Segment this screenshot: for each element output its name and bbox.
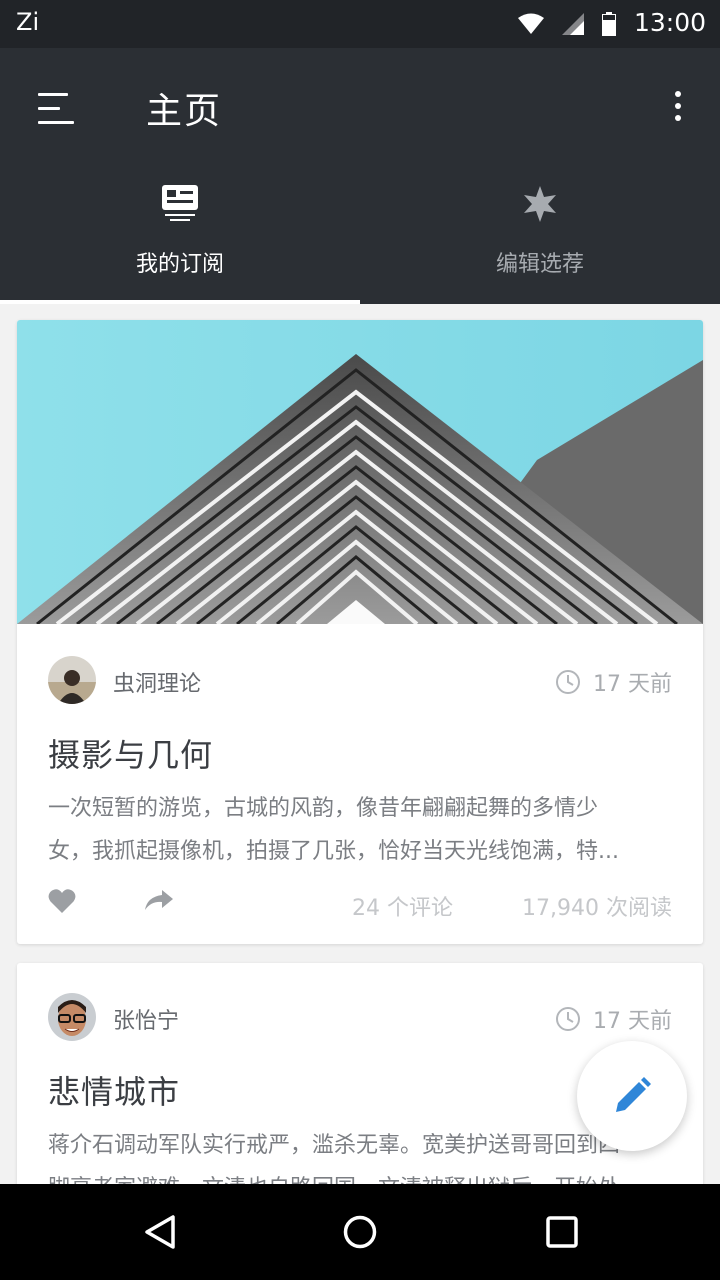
tab-label: 编辑选荐 — [495, 252, 584, 277]
clock-icon — [556, 1007, 580, 1031]
battery-icon — [602, 12, 616, 36]
avatar[interactable] — [48, 993, 96, 1041]
tab-editors-picks[interactable]: 编辑选荐 — [360, 180, 720, 304]
author-name[interactable]: 虫洞理论 — [113, 666, 201, 698]
cover-image — [17, 320, 703, 624]
post-time-text: 17 天前 — [593, 1009, 672, 1034]
author-name[interactable]: 张怡宁 — [113, 1003, 179, 1035]
subscription-card-icon — [0, 184, 360, 230]
article-title[interactable]: 悲情城市 — [48, 1067, 180, 1113]
status-app-label: Zi — [16, 8, 40, 36]
excerpt-line: 蒋介石调动军队实行戒严，滥杀无辜。宽美护送哥哥回到四 — [48, 1133, 621, 1158]
status-time: 13:00 — [633, 8, 706, 37]
compose-button[interactable] — [577, 1041, 687, 1151]
back-triangle-icon — [145, 1215, 175, 1249]
clock-icon — [556, 670, 580, 694]
tab-my-subscriptions[interactable]: 我的订阅 — [0, 180, 360, 304]
recents-square-icon — [546, 1216, 578, 1248]
comment-count[interactable]: 24 个评论 — [352, 890, 453, 922]
article-meta: 虫洞理论 17 天前 — [48, 656, 672, 708]
signal-icon — [562, 13, 584, 35]
back-button[interactable] — [136, 1208, 184, 1256]
post-time: 17 天前 — [555, 666, 672, 698]
excerpt-line: 女，我抓起摄像机，拍摄了几张，恰好当天光线饱满，特... — [48, 839, 619, 864]
status-bar: Zi 13:00 — [0, 0, 720, 48]
star-icon — [360, 184, 720, 230]
read-count: 17,940 次阅读 — [522, 896, 672, 921]
article-card[interactable]: 虫洞理论 17 天前 摄影与几何 一次短暂的游览，古城的风韵，像昔年翩翩起舞的多… — [17, 320, 703, 944]
recents-button[interactable] — [538, 1208, 586, 1256]
article-meta: 张怡宁 17 天前 — [48, 993, 672, 1045]
excerpt-line: 一次短暂的游览，古城的风韵，像昔年翩翩起舞的多情少 — [48, 796, 599, 821]
home-circle-icon — [343, 1215, 377, 1249]
article-title[interactable]: 摄影与几何 — [48, 730, 213, 776]
status-icons — [518, 12, 616, 36]
app-bar: 主页 我的订阅 编辑选荐 — [0, 48, 720, 304]
system-navigation-bar — [0, 1184, 720, 1280]
home-button[interactable] — [336, 1208, 384, 1256]
more-options-icon[interactable] — [658, 84, 698, 128]
post-time-text: 17 天前 — [593, 672, 672, 697]
page-title: 主页 — [146, 91, 223, 132]
tab-indicator — [0, 300, 360, 304]
article-actions: 24 个评论 17,940 次阅读 — [48, 884, 672, 924]
article-excerpt: 一次短暂的游览，古城的风韵，像昔年翩翩起舞的多情少 女，我抓起摄像机，拍摄了几张… — [48, 787, 672, 873]
avatar[interactable] — [48, 656, 96, 704]
heart-icon[interactable] — [48, 888, 76, 914]
tab-label: 我的订阅 — [135, 252, 224, 277]
post-time: 17 天前 — [555, 1003, 672, 1035]
menu-icon[interactable] — [22, 78, 90, 138]
wifi-icon — [518, 13, 544, 34]
share-icon[interactable] — [144, 888, 174, 912]
pencil-icon — [616, 1077, 651, 1112]
